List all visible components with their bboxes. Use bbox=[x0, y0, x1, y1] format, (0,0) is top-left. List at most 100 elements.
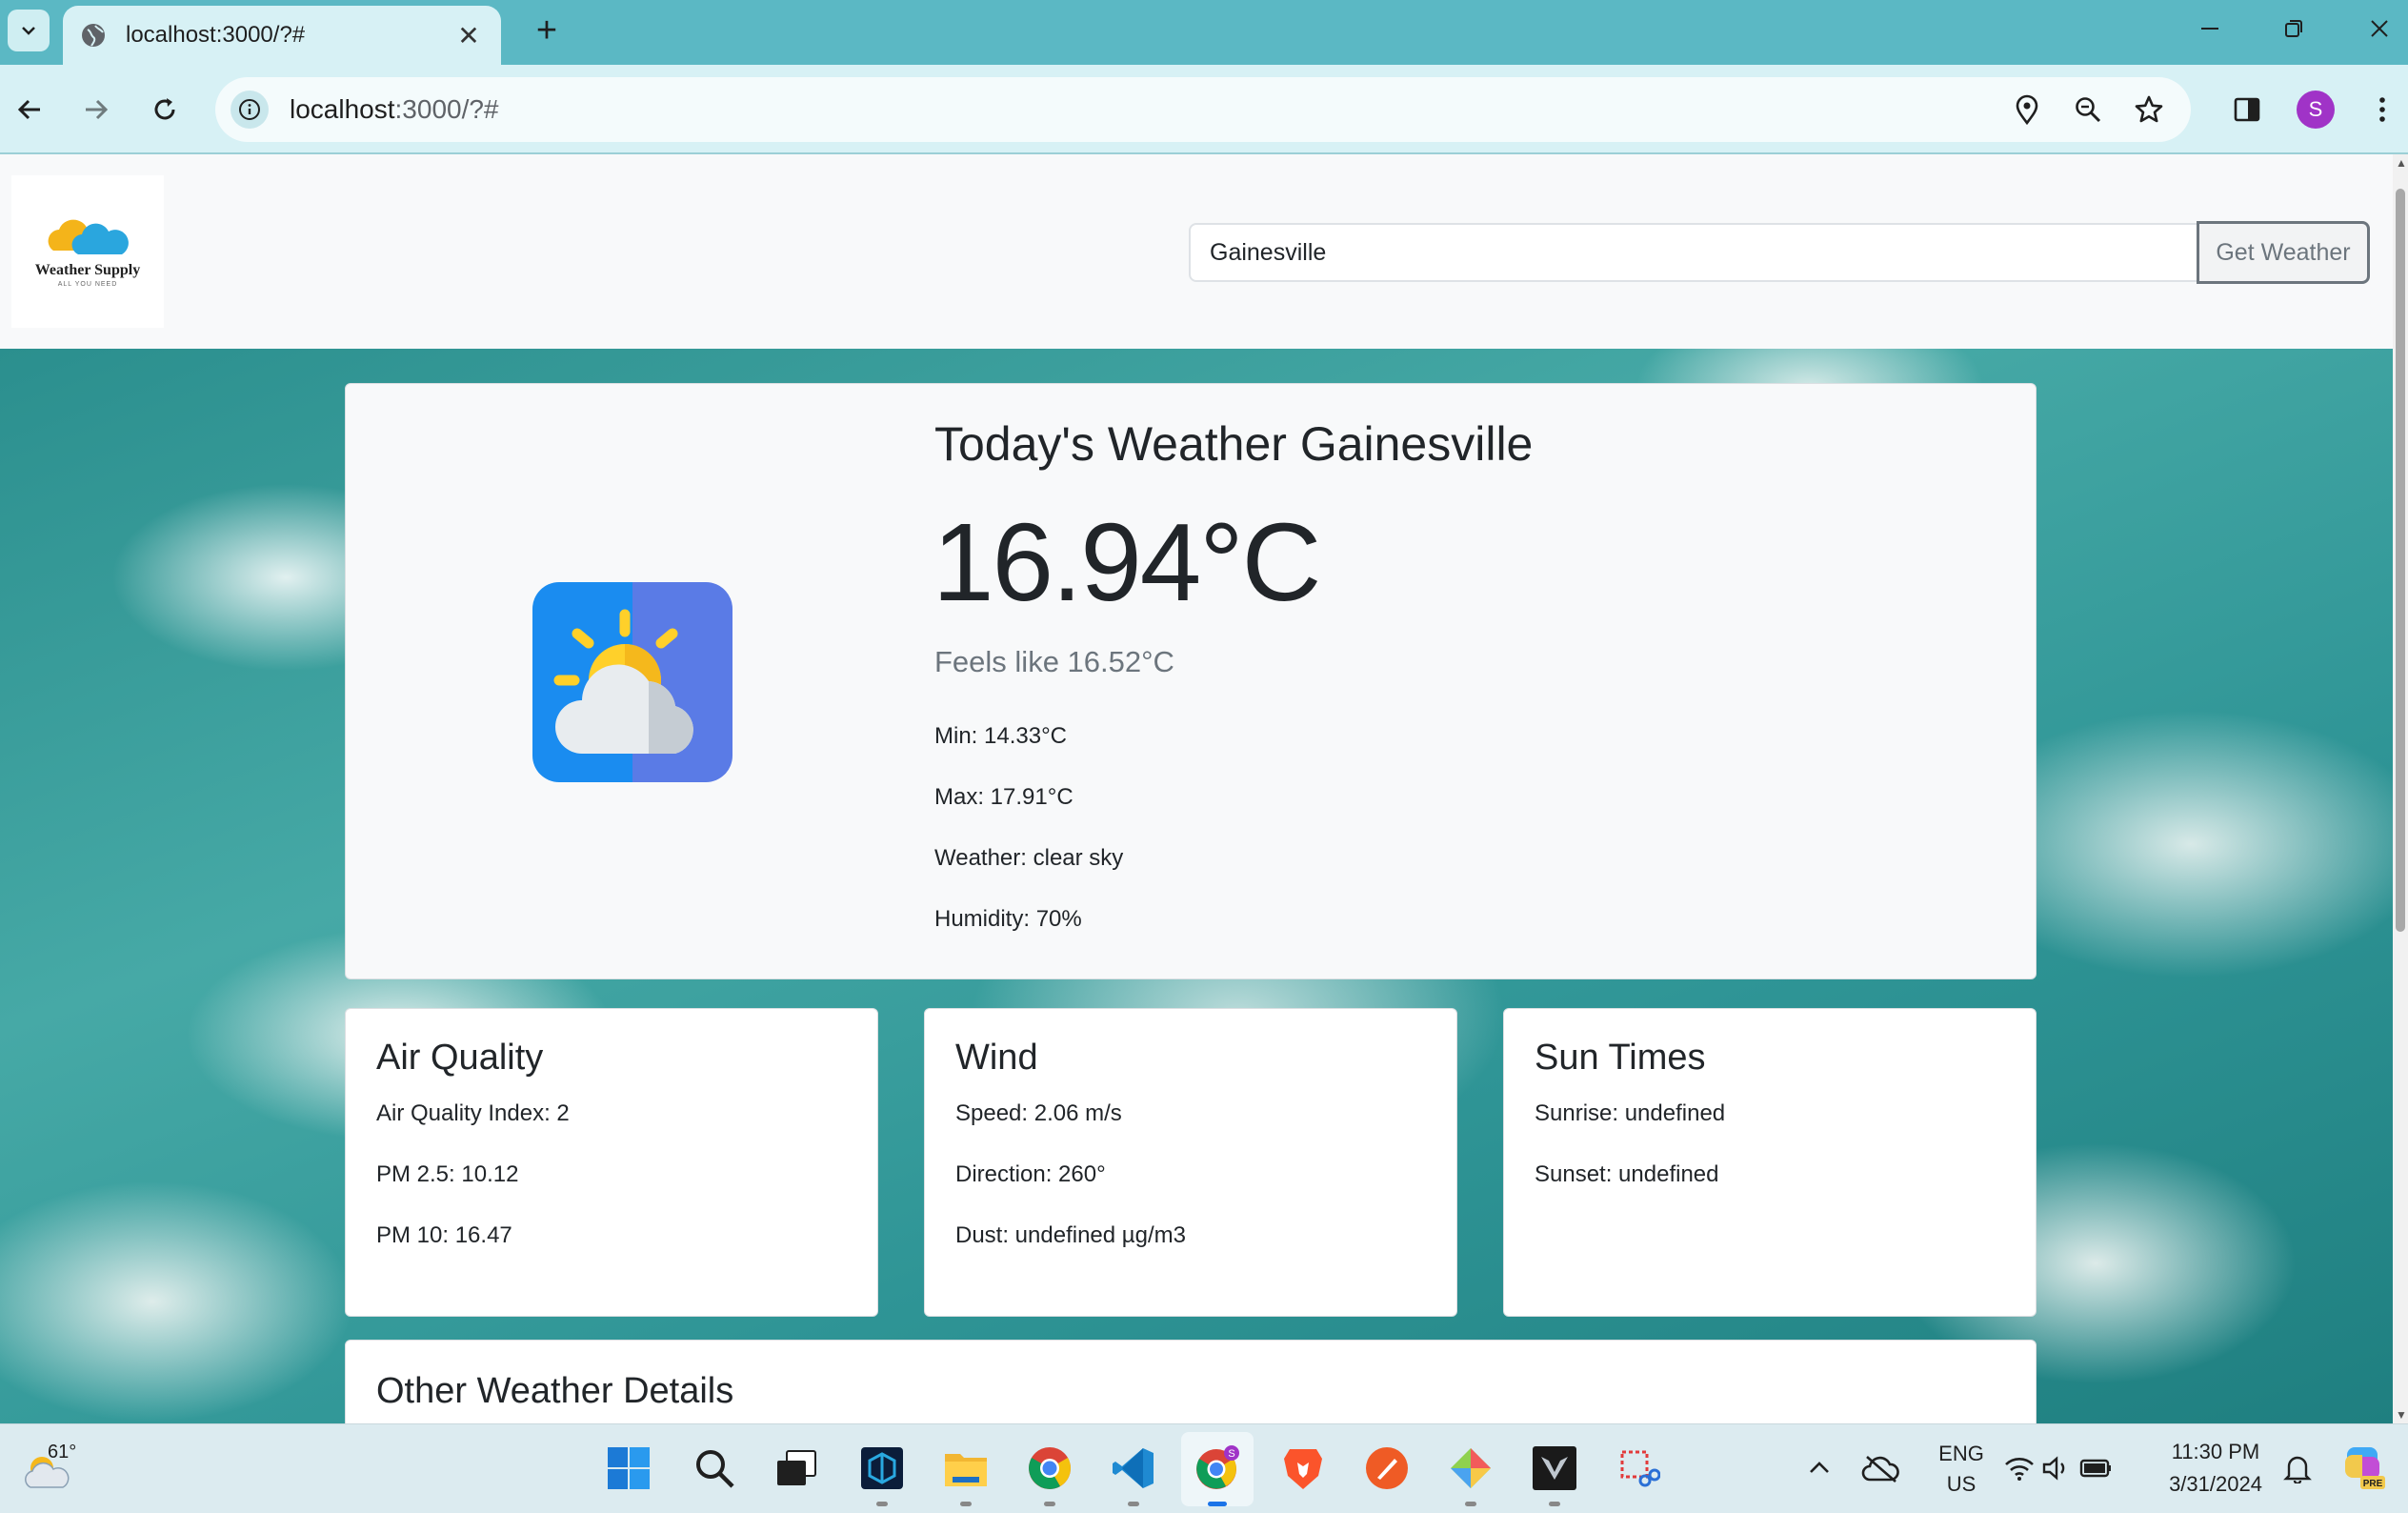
address-bar[interactable]: localhost:3000/?# bbox=[215, 77, 2191, 142]
arrow-left-icon bbox=[17, 99, 40, 120]
running-indicator bbox=[1465, 1502, 1476, 1506]
other-details-card: Other Weather Details bbox=[345, 1340, 2037, 1423]
tab-close-icon[interactable]: ✕ bbox=[453, 20, 484, 51]
minimize-button[interactable] bbox=[2181, 8, 2238, 50]
scroll-down-icon[interactable]: ▼ bbox=[2396, 1408, 2407, 1422]
arrow-right-icon bbox=[86, 99, 109, 120]
tab-title: localhost:3000/?# bbox=[126, 22, 306, 48]
diamond-app-icon bbox=[1451, 1448, 1491, 1488]
chrome-profile-icon: S bbox=[1196, 1445, 1239, 1489]
map-pin-icon bbox=[2016, 94, 2038, 125]
min-temp-text: Min: 14.33°C bbox=[934, 723, 1067, 749]
notifications-button[interactable] bbox=[2271, 1442, 2324, 1495]
taskbar-search-button[interactable] bbox=[688, 1442, 741, 1495]
tab-search-button[interactable] bbox=[8, 10, 50, 51]
globe-icon bbox=[82, 24, 105, 47]
restore-icon bbox=[2285, 20, 2302, 37]
profile-button[interactable]: S bbox=[2292, 86, 2339, 133]
url-text: localhost:3000/?# bbox=[290, 94, 2008, 125]
sun-times-card: Sun Times Sunrise: undefined Sunset: und… bbox=[1503, 1008, 2037, 1317]
sunset-text: Sunset: undefined bbox=[1535, 1161, 1719, 1187]
site-header: Weather Supply ALL YOU NEED Get Weather bbox=[0, 154, 2393, 349]
close-icon bbox=[2371, 20, 2388, 37]
magnifier-minus-icon bbox=[2076, 97, 2101, 123]
copilot-button[interactable]: PRE bbox=[2336, 1442, 2389, 1495]
cloud-logo-icon bbox=[48, 219, 129, 254]
page-scrollbar[interactable]: ▲ ▼ bbox=[2393, 154, 2408, 1423]
city-search-input[interactable] bbox=[1189, 223, 2198, 282]
copilot-icon: PRE bbox=[2345, 1447, 2385, 1489]
running-indicator bbox=[876, 1502, 888, 1506]
restore-button[interactable] bbox=[2265, 8, 2322, 50]
feels-like-text: Feels like 16.52°C bbox=[934, 645, 1174, 678]
reload-button[interactable] bbox=[141, 86, 189, 133]
taskbar-snipping-tool[interactable] bbox=[1612, 1442, 1665, 1495]
volume-icon bbox=[2042, 1456, 2065, 1481]
forward-button[interactable] bbox=[72, 86, 120, 133]
taskbar-chrome-active[interactable]: S bbox=[1191, 1442, 1244, 1506]
url-host: localhost bbox=[290, 94, 395, 124]
close-window-button[interactable] bbox=[2351, 8, 2408, 50]
onedrive-tray-icon[interactable] bbox=[1854, 1442, 1907, 1495]
network-volume-battery[interactable] bbox=[1997, 1442, 2120, 1495]
side-panel-icon bbox=[2234, 97, 2260, 122]
location-icon[interactable] bbox=[2008, 91, 2046, 129]
browser-tab[interactable]: localhost:3000/?# ✕ bbox=[63, 6, 501, 65]
more-vertical-icon bbox=[2379, 97, 2385, 122]
air-quality-card: Air Quality Air Quality Index: 2 PM 2.5:… bbox=[345, 1008, 878, 1317]
today-title: Today's Weather Gainesville bbox=[934, 417, 1534, 471]
taskbar-chrome-1[interactable] bbox=[1023, 1442, 1076, 1506]
scroll-thumb[interactable] bbox=[2396, 189, 2405, 932]
running-indicator bbox=[1044, 1502, 1055, 1506]
aqi-text: Air Quality Index: 2 bbox=[376, 1100, 570, 1126]
air-quality-title: Air Quality bbox=[376, 1038, 544, 1078]
language-indicator-top[interactable]: ENG bbox=[1928, 1442, 1995, 1466]
pm25-text: PM 2.5: 10.12 bbox=[376, 1161, 519, 1187]
site-logo[interactable]: Weather Supply ALL YOU NEED bbox=[11, 175, 164, 328]
taskbar-git-app[interactable] bbox=[1444, 1442, 1497, 1506]
zoom-icon[interactable] bbox=[2069, 91, 2107, 129]
pm10-text: PM 10: 16.47 bbox=[376, 1222, 512, 1248]
back-button[interactable] bbox=[6, 86, 53, 133]
partly-sunny-icon bbox=[532, 582, 732, 782]
windows-taskbar: 61° S ENG US 11:30 PM 3/31/2024 PRE bbox=[0, 1423, 2408, 1513]
scroll-up-icon[interactable]: ▲ bbox=[2396, 156, 2407, 170]
star-icon bbox=[2135, 95, 2163, 123]
side-panel-button[interactable] bbox=[2223, 86, 2271, 133]
browser-tabstrip: localhost:3000/?# ✕ + bbox=[0, 0, 2408, 65]
weather-description-text: Weather: clear sky bbox=[934, 845, 1124, 871]
postman-icon bbox=[1366, 1447, 1408, 1489]
taskbar-file-explorer[interactable] bbox=[939, 1442, 993, 1506]
running-indicator bbox=[1549, 1502, 1560, 1506]
taskbar-vscode[interactable] bbox=[1107, 1442, 1160, 1506]
predator-app-icon bbox=[1533, 1446, 1576, 1490]
menu-button[interactable] bbox=[2358, 86, 2406, 133]
taskbar-predator-app[interactable] bbox=[1528, 1442, 1581, 1506]
running-indicator bbox=[1128, 1502, 1139, 1506]
clock-date[interactable]: 3/31/2024 bbox=[2153, 1472, 2278, 1497]
taskbar-brave[interactable] bbox=[1276, 1442, 1330, 1495]
active-indicator bbox=[1208, 1502, 1227, 1506]
task-view-button[interactable] bbox=[770, 1442, 823, 1495]
minimize-icon bbox=[2201, 28, 2218, 30]
bookmark-star-icon[interactable] bbox=[2130, 91, 2168, 129]
url-path: :3000/?# bbox=[394, 94, 499, 124]
taskbar-app-devtool[interactable] bbox=[855, 1442, 909, 1506]
get-weather-button[interactable]: Get Weather bbox=[2197, 221, 2370, 284]
chevron-up-icon bbox=[1810, 1462, 1829, 1473]
bell-icon bbox=[2283, 1456, 2312, 1483]
taskbar-postman[interactable] bbox=[1360, 1442, 1414, 1495]
snip-icon bbox=[1620, 1450, 1660, 1487]
new-tab-button[interactable]: + bbox=[524, 8, 570, 53]
language-indicator-bottom[interactable]: US bbox=[1928, 1472, 1995, 1497]
clock-time[interactable]: 11:30 PM bbox=[2153, 1440, 2278, 1464]
copilot-badge: PRE bbox=[2363, 1479, 2383, 1489]
dust-text: Dust: undefined µg/m3 bbox=[955, 1222, 1186, 1248]
tray-overflow-button[interactable] bbox=[1793, 1442, 1846, 1495]
search-icon bbox=[696, 1450, 734, 1488]
sunrise-text: Sunrise: undefined bbox=[1535, 1100, 1726, 1126]
battery-icon bbox=[2079, 1459, 2111, 1478]
site-info-icon[interactable] bbox=[231, 91, 269, 129]
start-button[interactable] bbox=[602, 1442, 655, 1495]
task-view-icon bbox=[777, 1450, 816, 1485]
